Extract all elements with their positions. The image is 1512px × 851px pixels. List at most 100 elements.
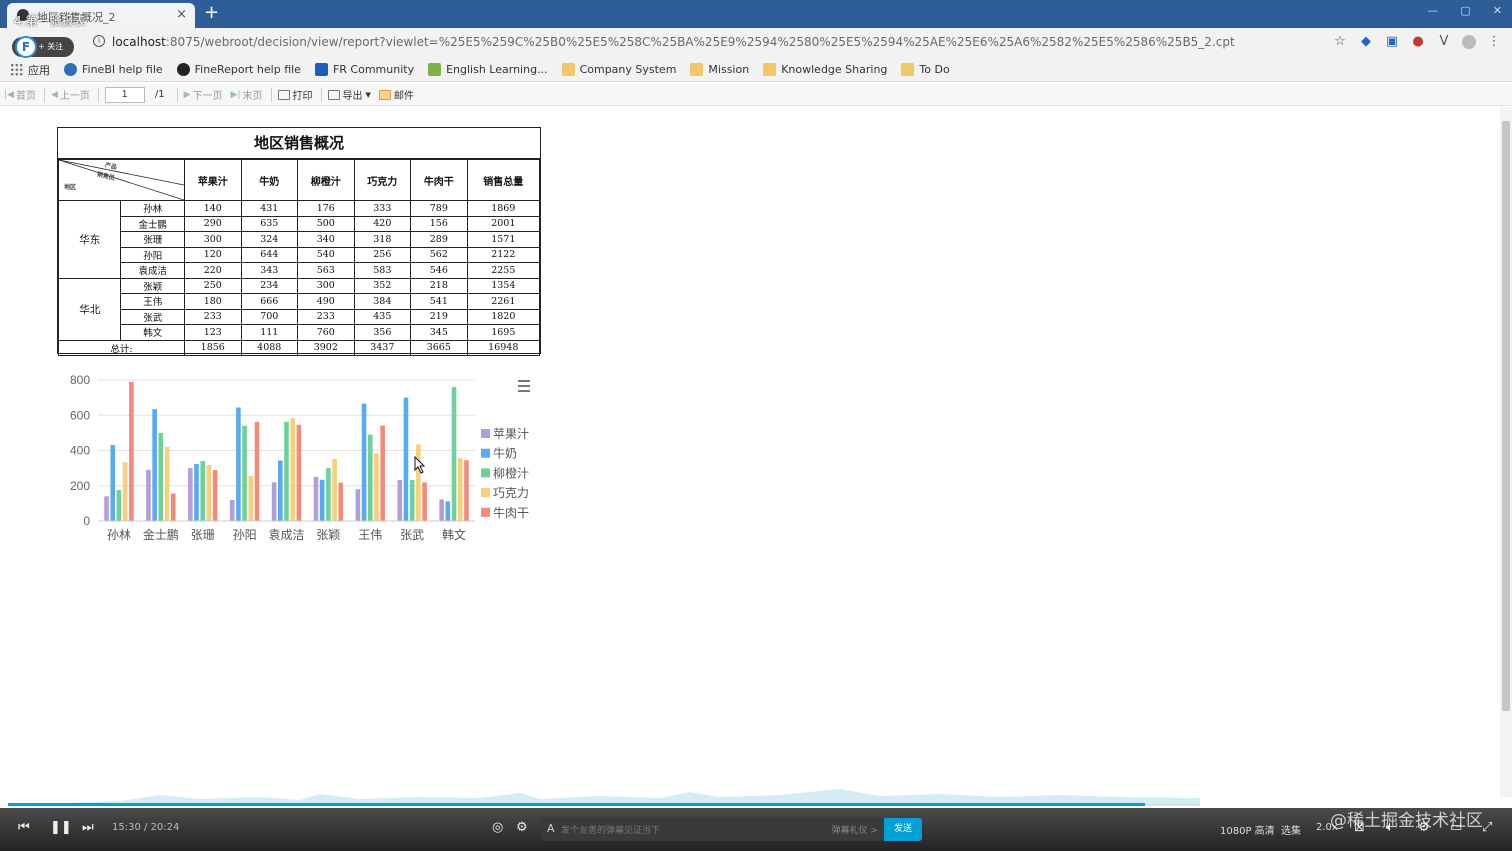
column-header: 牛肉干 <box>410 159 468 201</box>
text-style-icon[interactable]: A <box>547 822 555 835</box>
bookmark-label: FineReport help file <box>194 63 301 76</box>
table-row: 华北 张颖 250 234 300 352 218 1354 <box>57 277 541 341</box>
bar <box>122 462 128 521</box>
column-header: 巧克力 <box>353 159 412 201</box>
bookmark-item[interactable]: To Do <box>901 63 950 76</box>
next-icon[interactable]: ⏭ <box>82 820 94 835</box>
value-cell: 2261 <box>466 293 541 310</box>
danmaku-etiquette-link[interactable]: 弹幕礼仪 > <box>832 823 878 836</box>
value-cell: 333 <box>353 200 412 217</box>
bar <box>188 468 193 521</box>
bar <box>326 468 331 521</box>
close-window-icon[interactable]: ✕ <box>1493 4 1502 17</box>
total-label-cell: 总计: <box>58 339 185 356</box>
bookmark-item[interactable]: FineBI help file <box>64 63 163 76</box>
vertical-scrollbar[interactable] <box>1500 107 1512 797</box>
value-cell: 1571 <box>466 231 541 248</box>
browser-tab-bar: 地区销售概况_2 × + — ▢ ✕ <box>0 0 1512 28</box>
bookmark-item[interactable]: English Learning... <box>428 63 548 76</box>
chart-menu-icon[interactable] <box>518 380 530 395</box>
bar <box>248 475 254 521</box>
salesperson-cell: 韩文 <box>120 324 185 341</box>
salesperson-cell: 孙林 <box>120 200 185 217</box>
uploader-avatar[interactable]: F <box>15 36 37 58</box>
folder-icon <box>690 63 704 76</box>
x-tick-label: 王伟 <box>358 528 382 542</box>
bar <box>296 424 302 521</box>
bookmark-label: Company System <box>579 63 677 76</box>
value-cell: 111 <box>240 324 299 341</box>
bookmark-item[interactable]: Knowledge Sharing <box>763 63 887 76</box>
value-cell: 290 <box>184 215 242 232</box>
danmaku-input[interactable]: A 发个友善的弹幕见证当下 弹幕礼仪 > <box>541 818 884 841</box>
danmaku-toggle-icon[interactable]: ◎ <box>492 820 503 835</box>
column-header: 牛奶 <box>240 159 299 201</box>
bar <box>409 479 415 521</box>
region-cell: 华东 <box>57 200 122 279</box>
value-cell: 340 <box>297 231 355 248</box>
bookmark-icon <box>314 63 328 76</box>
bar <box>206 464 212 521</box>
print-button[interactable]: 打印 <box>277 87 313 102</box>
extension-icon[interactable]: ● <box>1410 34 1426 50</box>
y-tick-label: 200 <box>70 479 90 493</box>
tab-close-icon[interactable]: × <box>176 7 187 22</box>
bar <box>200 461 206 521</box>
bookmark-item[interactable]: Company System <box>561 63 677 76</box>
value-cell: 318 <box>353 231 412 248</box>
mail-button[interactable]: 邮件 <box>378 87 414 102</box>
new-tab-button[interactable]: + <box>204 3 219 23</box>
scrollbar-thumb[interactable] <box>1502 121 1510 711</box>
total-value-cell: 1856 <box>184 339 242 356</box>
episodes-button[interactable]: 选集 <box>1281 822 1301 837</box>
prev-page-button[interactable]: ◀ 上一页 <box>51 87 90 103</box>
region-cell: 华北 <box>57 277 122 341</box>
salesperson-cell: 张武 <box>120 308 185 325</box>
danmaku-send-button[interactable]: 发送 <box>884 818 922 841</box>
quality-button[interactable]: 1080P 高清 <box>1220 822 1275 837</box>
x-tick-label: 张武 <box>400 528 424 542</box>
bookmark-item[interactable]: Mission <box>690 63 749 76</box>
salesperson-cell: 张珊 <box>120 231 185 248</box>
minimize-icon[interactable]: — <box>1427 4 1438 17</box>
danmaku-settings-icon[interactable]: ⚙ <box>516 820 528 835</box>
export-button[interactable]: 导出 ▼ <box>327 87 371 102</box>
vimeo-icon[interactable]: V <box>1436 34 1452 50</box>
folder-icon <box>901 63 915 76</box>
first-page-button[interactable]: |◀ 首页 <box>4 87 36 103</box>
translate-icon[interactable]: ▣ <box>1384 34 1400 50</box>
value-cell: 490 <box>297 293 355 310</box>
url-field[interactable]: localhost:8075/webroot/decision/view/rep… <box>112 35 1235 49</box>
value-cell: 563 <box>297 262 355 279</box>
fullscreen-icon[interactable]: ⤢ <box>1482 820 1492 835</box>
page-number-input[interactable] <box>104 86 145 103</box>
site-info-icon[interactable]: i <box>93 35 105 47</box>
profile-icon[interactable] <box>1462 35 1476 49</box>
time-display: 15:30 / 20:24 <box>112 822 180 833</box>
value-cell: 233 <box>297 308 355 325</box>
table-row: 张武 233 700 233 435 219 1820 <box>59 308 541 325</box>
next-page-icon: ▶ <box>183 89 191 100</box>
bar <box>104 496 109 521</box>
reload-icon[interactable]: ↻ <box>60 35 73 53</box>
legend-swatch <box>481 448 490 458</box>
maximize-icon[interactable]: ▢ <box>1460 4 1470 17</box>
x-tick-label: 金士鹏 <box>143 527 179 542</box>
value-cell: 324 <box>240 231 299 248</box>
next-page-button[interactable]: ▶ 下一页 <box>183 87 223 103</box>
previous-icon[interactable]: ⏮ <box>18 820 30 835</box>
last-page-button[interactable]: ▶| 末页 <box>231 87 263 103</box>
bookmark-item[interactable]: 应用 <box>10 62 50 78</box>
value-cell: 700 <box>240 308 299 325</box>
column-header: 柳橙汁 <box>297 159 355 201</box>
legend-swatch <box>481 507 490 517</box>
value-cell: 540 <box>297 246 355 263</box>
bookmark-star-icon[interactable]: ☆ <box>1332 34 1348 50</box>
pause-icon[interactable]: ❚❚ <box>50 820 72 835</box>
extension-icon[interactable]: ◆ <box>1358 34 1374 50</box>
bookmark-item[interactable]: FineReport help file <box>176 63 301 76</box>
menu-kebab-icon[interactable]: ⋮ <box>1486 34 1502 50</box>
y-tick-label: 600 <box>70 408 90 422</box>
bookmark-item[interactable]: FR Community <box>314 63 414 76</box>
toolbar-divider <box>97 87 99 102</box>
